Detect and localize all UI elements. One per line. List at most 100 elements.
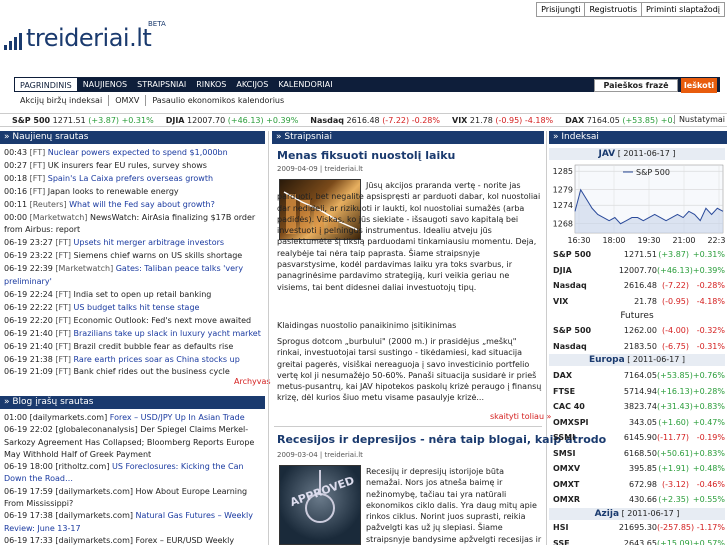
index-row[interactable]: FTSE 5714.94 (+16.13) +0.28%: [553, 386, 725, 399]
blog-item[interactable]: 06-19 22:02 [globaleconanalysis] Der Spi…: [4, 424, 266, 461]
ticker-name: S&P 500: [12, 115, 51, 125]
item-headline[interactable]: Economic Outlook: Fed's next move awaite…: [74, 316, 252, 325]
index-row[interactable]: SSMI 6145.90 (-11.77) -0.19%: [553, 432, 725, 445]
news-item[interactable]: 06-19 21:09 [FT] Bank chief rides out th…: [4, 366, 262, 379]
news-item[interactable]: 06-19 21:40 [FT] Brazilians take up slac…: [4, 328, 262, 341]
index-row[interactable]: CAC 40 3823.74 (+31.43) +0.83%: [553, 401, 725, 414]
logo[interactable]: treideriai.lt BETA: [4, 20, 166, 50]
search-button[interactable]: Ieškoti: [681, 78, 717, 93]
blog-item[interactable]: 06-19 17:59 [dailymarkets.com] How About…: [4, 486, 266, 511]
news-item[interactable]: 00:18 [FT] Spain's La Caixa prefers over…: [4, 173, 262, 186]
register-link[interactable]: Registruotis: [585, 3, 642, 16]
news-item[interactable]: 00:16 [FT] Japan looks to renewable ener…: [4, 186, 262, 199]
tab-calendars[interactable]: KALENDORIAI: [273, 77, 337, 92]
index-row[interactable]: VIX 21.78 (-0.95) -4.18%: [553, 296, 725, 309]
item-headline[interactable]: Rare earth prices soar as China stocks u…: [74, 355, 240, 364]
chart-legend: S&P 500: [636, 168, 670, 177]
news-item[interactable]: 06-19 23:27 [FT] Upsets hit merger arbit…: [4, 237, 262, 250]
ticker-item[interactable]: VIX 21.78 (-0.95) -4.18%: [452, 116, 553, 125]
index-row[interactable]: OMXSPI 343.05 (+1.60) +0.47%: [553, 417, 725, 430]
index-row[interactable]: DAX 7164.05 (+53.85) +0.76%: [553, 370, 725, 383]
item-headline[interactable]: Spain's La Caixa prefers overseas growth: [48, 174, 213, 183]
item-source: [FT]: [55, 367, 74, 377]
news-item[interactable]: 00:11 [Reuters] What will the Fed say ab…: [4, 199, 262, 212]
item-headline[interactable]: Japan looks to renewable energy: [48, 187, 179, 196]
index-row[interactable]: SMSI 6168.50 (+50.61) +0.83%: [553, 448, 725, 461]
tab-articles[interactable]: STRAIPSNIAI: [132, 77, 191, 92]
read-more-link[interactable]: skaityti toliau »: [490, 412, 551, 421]
index-row[interactable]: Nasdaq 2616.48 (-7.22) -0.28%: [553, 280, 725, 293]
forgot-password-link[interactable]: Priminti slaptažodį: [642, 3, 724, 16]
index-name: HSI: [553, 523, 569, 532]
login-link[interactable]: Prisijungti: [537, 3, 586, 16]
news-item[interactable]: 06-19 23:22 [FT] Siemens chief warns on …: [4, 250, 262, 263]
subnav-indices[interactable]: Akcijų biržų indeksai: [14, 95, 110, 106]
item-headline[interactable]: Brazilians take up slack in luxury yacht…: [74, 329, 261, 338]
item-headline[interactable]: Siemens chief warns on US skills shortag…: [74, 251, 243, 260]
news-item[interactable]: 00:27 [FT] UK insurers fear EU rules, su…: [4, 160, 262, 173]
news-item[interactable]: 06-19 22:39 [Marketwatch] Gates: Taliban…: [4, 263, 262, 289]
index-row[interactable]: OMXR 430.66 (+2.35) +0.55%: [553, 494, 725, 507]
ticker-settings-button[interactable]: Nustatymai: [673, 115, 725, 124]
news-item[interactable]: 00:00 [Marketwatch] NewsWatch: AirAsia f…: [4, 212, 262, 238]
item-headline[interactable]: India set to open up retail banking: [74, 290, 212, 299]
item-headline[interactable]: UK insurers fear EU rules, survey shows: [48, 161, 207, 170]
news-item[interactable]: 00:43 [FT] Nuclear powers expected to sp…: [4, 147, 262, 160]
blog-item[interactable]: 06-19 17:33 [dailymarkets.com] Forex – E…: [4, 535, 266, 545]
index-pct: -0.28%: [696, 281, 725, 290]
index-pct: -0.32%: [696, 326, 725, 335]
item-headline[interactable]: US budget talks hit tense stage: [74, 303, 200, 312]
ticker-item[interactable]: Nasdaq 2616.48 (-7.22) -0.28%: [310, 116, 440, 125]
item-source: [dailymarkets.com]: [55, 486, 136, 496]
index-change: (+1.91): [658, 464, 689, 473]
index-row[interactable]: OMXT 672.98 (-3.12) -0.46%: [553, 479, 725, 492]
blog-item[interactable]: 06-19 17:38 [dailymarkets.com] Natural G…: [4, 510, 266, 535]
item-headline[interactable]: Upsets hit merger arbitrage investors: [74, 238, 225, 247]
item-headline[interactable]: Nuclear powers expected to spend $1,000b…: [48, 148, 228, 157]
index-change: (-3.12): [662, 479, 689, 489]
search-input[interactable]: Paieškos frazė: [594, 79, 678, 92]
index-row[interactable]: DJIA 12007.70 (+46.13) +0.39%: [553, 265, 725, 278]
item-time: 06-19 22:22: [4, 302, 56, 312]
ticker-item[interactable]: DJIA 12007.70 (+46.13) +0.39%: [166, 116, 299, 125]
item-headline[interactable]: Forex – USD/JPY Up In Asian Trade: [110, 413, 245, 422]
item-headline[interactable]: What will the Fed say about growth?: [69, 200, 215, 209]
blog-item[interactable]: 06-19 18:00 [ritholtz.com] US Foreclosur…: [4, 461, 266, 486]
item-source: [FT]: [55, 238, 74, 248]
archive-link[interactable]: Archyvas: [234, 377, 271, 386]
subnav-omxv[interactable]: OMXV: [109, 95, 147, 106]
news-item[interactable]: 06-19 22:22 [FT] US budget talks hit ten…: [4, 302, 262, 315]
ticker-item[interactable]: S&P 500 1271.51 (+3.87) +0.31%: [12, 116, 154, 125]
item-headline[interactable]: Bank chief rides out the business cycle: [74, 367, 230, 376]
news-item[interactable]: 06-19 22:20 [FT] Economic Outlook: Fed's…: [4, 315, 262, 328]
news-item[interactable]: 06-19 21:40 [FT] Brazil credit bubble fe…: [4, 341, 262, 354]
region-us: JAV [ 2011-06-17 ]: [549, 148, 725, 160]
index-row[interactable]: S&P 500 1271.51 (+3.87) +0.31%: [553, 249, 725, 262]
index-row[interactable]: HSI 21695.30 (-257.85) -1.17%: [553, 522, 725, 535]
index-row[interactable]: Nasdaq 100 2183.50 (-6.75) -0.31%: [553, 341, 725, 364]
index-pct: +0.48%: [692, 464, 725, 473]
news-item[interactable]: 06-19 21:38 [FT] Rare earth prices soar …: [4, 354, 262, 367]
tab-news[interactable]: NAUJIENOS: [78, 77, 132, 92]
sp500-chart[interactable]: 1285 1279 1274 1268 16:30 18:00 19:30 21:00 22:3…: [551, 161, 725, 245]
article2-thumbnail[interactable]: APPROVED: [279, 465, 361, 545]
news-header: » Naujienų srautas: [0, 131, 265, 144]
chart-x-tick: 21:00: [672, 236, 695, 245]
tab-home[interactable]: PAGRINDINIS: [14, 77, 78, 92]
tab-stocks[interactable]: AKCIJOS: [231, 77, 273, 92]
subnav-calendar[interactable]: Pasaulio ekonomikos kalendorius: [146, 95, 290, 106]
index-name: OMXR: [553, 495, 581, 504]
news-item[interactable]: 06-19 22:24 [FT] India set to open up re…: [4, 289, 262, 302]
article1-title[interactable]: Menas fiksuoti nuostolį laiku: [277, 149, 455, 162]
blog-item[interactable]: 01:00 [dailymarkets.com] Forex – USD/JPY…: [4, 412, 266, 424]
item-source: [ritholtz.com]: [55, 462, 112, 472]
index-row[interactable]: OMXV 395.85 (+1.91) +0.48%: [553, 463, 725, 476]
item-headline[interactable]: Brazil credit bubble fear as defaults ri…: [74, 342, 234, 351]
tab-markets[interactable]: RINKOS: [191, 77, 231, 92]
index-value: 5714.94: [623, 386, 657, 396]
item-time: 00:11: [4, 199, 30, 209]
index-row[interactable]: S&P 500 1262.00 (-4.00) -0.32%: [553, 325, 725, 338]
indices-header: » Indeksai: [549, 131, 727, 144]
index-row[interactable]: SSE 2643.65 (+15.09) +0.57%: [553, 538, 725, 545]
beta-badge: BETA: [148, 20, 166, 28]
